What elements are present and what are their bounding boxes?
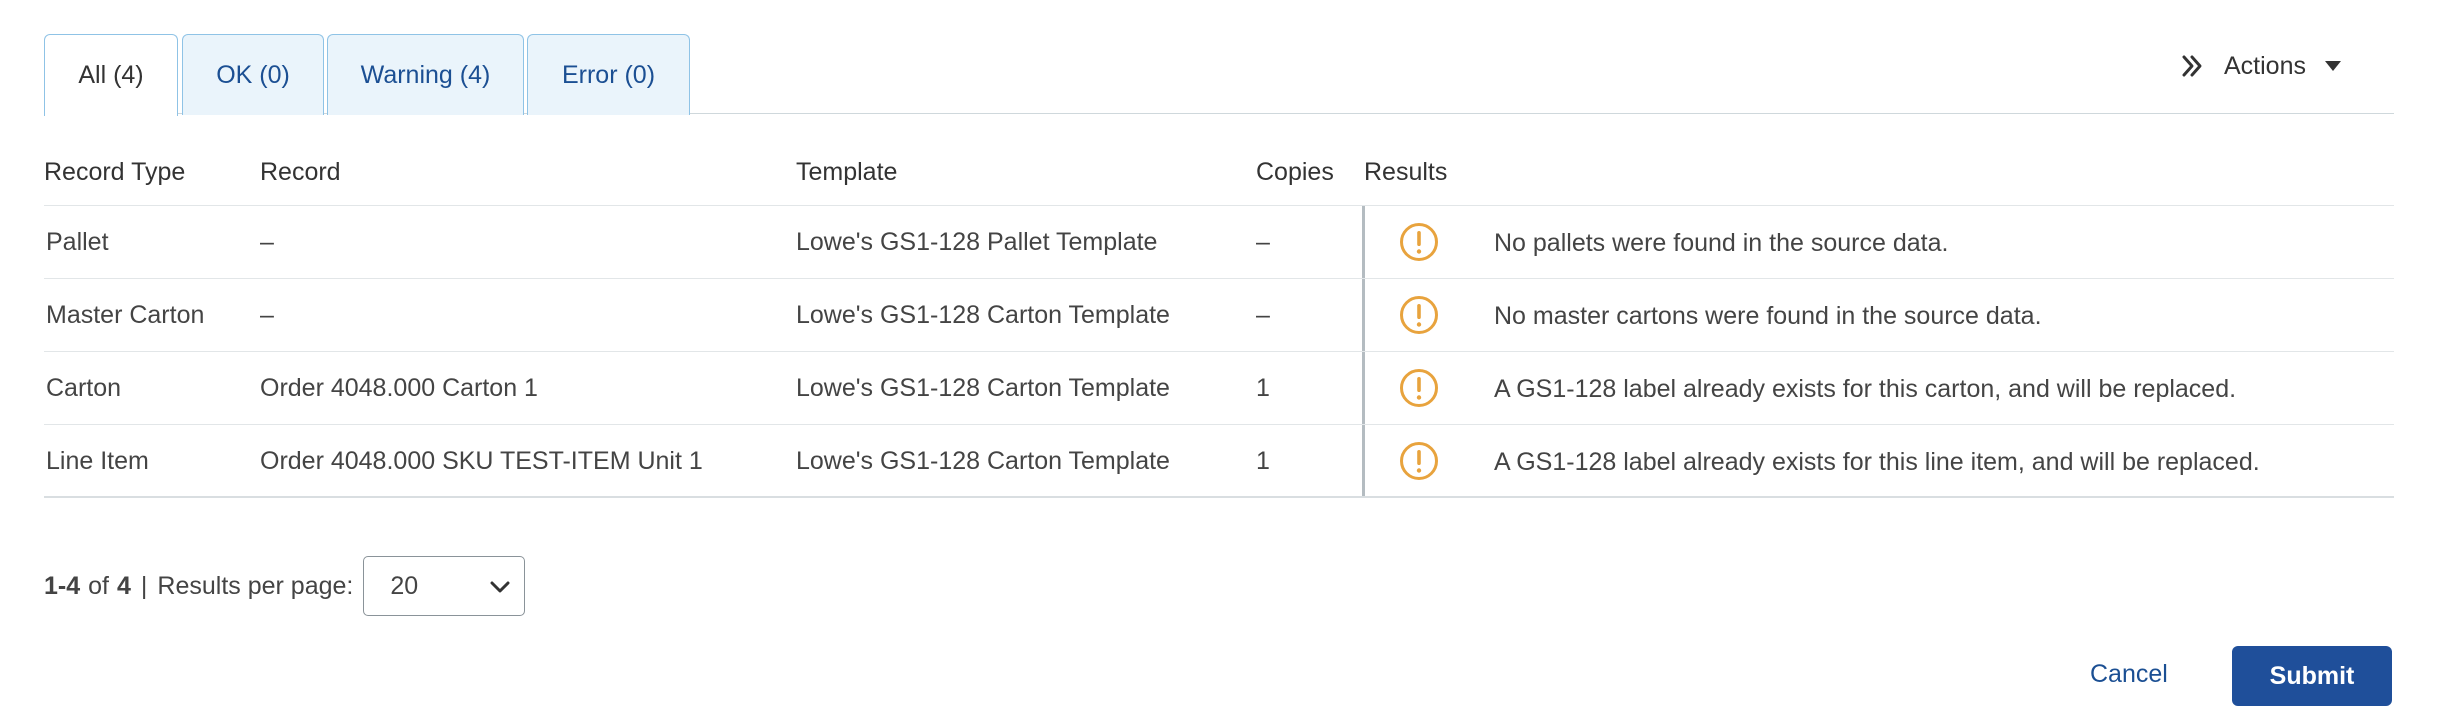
per-page-label: Results per page: <box>157 571 354 600</box>
cell-copies: 1 <box>1256 447 1270 475</box>
cell-template: Lowe's GS1-128 Carton Template <box>796 301 1170 329</box>
table-header: Record Type Record Template Copies Resul… <box>44 140 2394 206</box>
per-page-select[interactable]: 20 <box>363 556 526 616</box>
cancel-button[interactable]: Cancel <box>2090 660 2168 689</box>
cell-template: Lowe's GS1-128 Carton Template <box>796 447 1170 475</box>
results-divider <box>1362 279 1365 351</box>
per-page-value: 20 <box>390 571 419 600</box>
warning-icon <box>1399 222 1439 262</box>
cell-template: Lowe's GS1-128 Pallet Template <box>796 228 1158 256</box>
submit-button[interactable]: Submit <box>2232 646 2392 706</box>
tab-warning-label: Warning (4) <box>360 60 491 89</box>
cell-record-type: Master Carton <box>46 301 205 329</box>
tab-warning[interactable]: Warning (4) <box>327 34 524 115</box>
header-copies: Copies <box>1256 158 1334 186</box>
actions-label: Actions <box>2224 51 2306 80</box>
warning-icon <box>1399 295 1439 335</box>
cell-result-message: A GS1-128 label already exists for this … <box>1494 448 2260 476</box>
header-record: Record <box>260 158 341 186</box>
header-results: Results <box>1364 158 1448 186</box>
double-chevron-right-icon <box>2180 53 2206 79</box>
cell-copies: – <box>1256 301 1270 329</box>
tab-error[interactable]: Error (0) <box>527 34 690 115</box>
cell-copies: – <box>1256 228 1270 256</box>
warning-icon <box>1399 368 1439 408</box>
chevron-down-icon <box>490 572 510 601</box>
cell-record: Order 4048.000 SKU TEST-ITEM Unit 1 <box>260 447 703 475</box>
cell-template: Lowe's GS1-128 Carton Template <box>796 374 1170 402</box>
warning-icon <box>1399 441 1439 481</box>
table-row: Line Item Order 4048.000 SKU TEST-ITEM U… <box>44 425 2394 498</box>
pagination-separator: | <box>140 571 148 600</box>
cell-result-message: No master cartons were found in the sour… <box>1494 302 2042 330</box>
results-divider <box>1362 352 1365 424</box>
tab-all[interactable]: All (4) <box>44 34 178 116</box>
cell-record: – <box>260 228 274 256</box>
caret-down-icon <box>2324 59 2342 73</box>
cell-record: Order 4048.000 Carton 1 <box>260 374 538 402</box>
table-row: Carton Order 4048.000 Carton 1 Lowe's GS… <box>44 352 2394 425</box>
pagination: 1-4 of 4 | Results per page: 20 <box>44 556 526 616</box>
cell-result-message: No pallets were found in the source data… <box>1494 229 1949 257</box>
result-tabs: All (4) OK (0) Warning (4) Error (0) <box>44 34 2394 116</box>
results-divider <box>1362 206 1365 278</box>
cell-record-type: Line Item <box>46 447 149 475</box>
results-table: Record Type Record Template Copies Resul… <box>44 140 2394 498</box>
tab-error-label: Error (0) <box>561 60 656 89</box>
cell-record-type: Pallet <box>46 228 109 256</box>
page-total: 4 <box>117 571 131 600</box>
cell-copies: 1 <box>1256 374 1270 402</box>
cell-record: – <box>260 301 274 329</box>
page-range: 1-4 <box>44 571 81 600</box>
cell-record-type: Carton <box>46 374 122 402</box>
tab-ok-label: OK (0) <box>216 60 290 89</box>
header-template: Template <box>796 158 898 186</box>
page-of-label: of <box>88 571 109 600</box>
table-row: Master Carton – Lowe's GS1-128 Carton Te… <box>44 279 2394 352</box>
actions-menu-button[interactable]: Actions <box>2180 46 2342 86</box>
results-divider <box>1362 425 1365 496</box>
header-record-type: Record Type <box>44 158 186 186</box>
table-row: Pallet – Lowe's GS1-128 Pallet Template … <box>44 206 2394 279</box>
tab-ok[interactable]: OK (0) <box>182 34 324 115</box>
tab-all-label: All (4) <box>78 61 144 89</box>
cell-result-message: A GS1-128 label already exists for this … <box>1494 375 2237 403</box>
